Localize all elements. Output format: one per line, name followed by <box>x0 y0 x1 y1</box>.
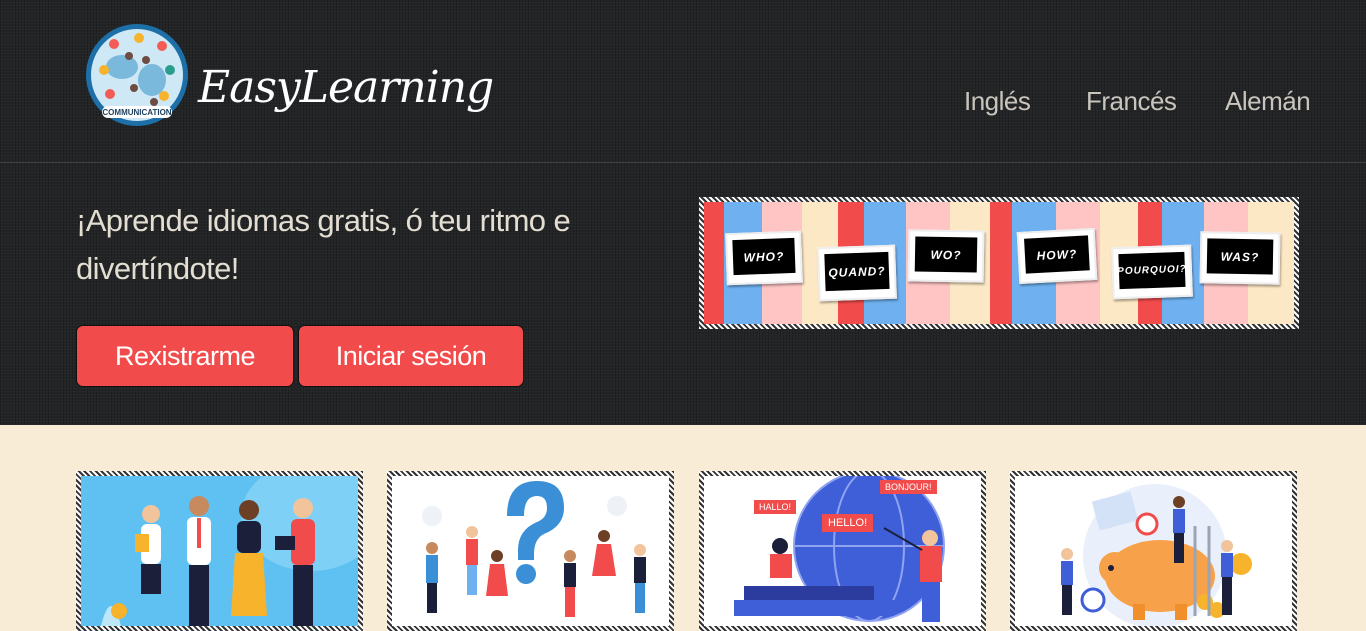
speech-bubble: BONJOUR! <box>880 480 937 494</box>
brand-name[interactable]: EasyLearning <box>198 62 494 113</box>
savings-illustration <box>1015 476 1292 626</box>
question-card-text: POURQUOI? <box>1117 251 1187 290</box>
piggy-bank-icon <box>1061 484 1252 626</box>
questions-illustration <box>392 476 669 626</box>
team-people-icon <box>101 476 358 626</box>
logo[interactable]: COMMUNICATION <box>84 22 190 128</box>
question-card-text: WO? <box>914 236 978 273</box>
question-card: WAS? <box>1199 231 1281 285</box>
question-card: HOW? <box>1016 227 1098 285</box>
question-mark-icon <box>422 481 646 617</box>
languages-illustration: HALLO! HELLO! BONJOUR! <box>704 476 981 626</box>
register-button[interactable]: Rexistrarme <box>76 325 294 387</box>
feature-cards-section: HALLO! HELLO! BONJOUR! <box>0 425 1366 631</box>
speech-bubble: HELLO! <box>822 514 874 532</box>
team-illustration <box>81 476 358 626</box>
nav-item-ingles[interactable]: Inglés <box>964 86 1031 117</box>
question-card-text: HOW? <box>1024 235 1090 274</box>
feature-card-languages[interactable]: HALLO! HELLO! BONJOUR! <box>699 471 986 631</box>
banner-image: WHO? QUAND? WO? HOW? POURQUOI? WAS? <box>704 202 1294 324</box>
svg-text:COMMUNICATION: COMMUNICATION <box>102 108 171 117</box>
question-words-banner: WHO? QUAND? WO? HOW? POURQUOI? WAS? <box>699 197 1299 329</box>
feature-card-questions[interactable] <box>387 471 674 631</box>
globe-logo-icon: COMMUNICATION <box>86 24 188 126</box>
banner-stripe <box>704 202 724 324</box>
banner-stripe <box>990 202 1012 324</box>
question-card: POURQUOI? <box>1111 244 1193 300</box>
nav-item-aleman[interactable]: Alemán <box>1225 86 1311 117</box>
speech-bubble: HALLO! <box>754 500 797 514</box>
question-card-text: WAS? <box>1206 238 1274 275</box>
feature-card-savings[interactable] <box>1010 471 1297 631</box>
question-card-text: WHO? <box>732 237 796 276</box>
feature-card-team[interactable] <box>76 471 363 631</box>
globe-icon <box>734 476 945 622</box>
nav-item-frances[interactable]: Francés <box>1086 86 1177 117</box>
question-card: QUAND? <box>817 244 897 302</box>
hero-tagline: ¡Aprende idiomas gratis, ó teu ritmo e d… <box>76 203 571 286</box>
question-card: WHO? <box>725 230 803 286</box>
site-header: COMMUNICATION EasyLearning Inglés Francé… <box>0 0 1366 163</box>
question-card: WO? <box>907 229 985 283</box>
login-button[interactable]: Iniciar sesión <box>298 325 524 387</box>
question-card-text: QUAND? <box>824 251 890 292</box>
